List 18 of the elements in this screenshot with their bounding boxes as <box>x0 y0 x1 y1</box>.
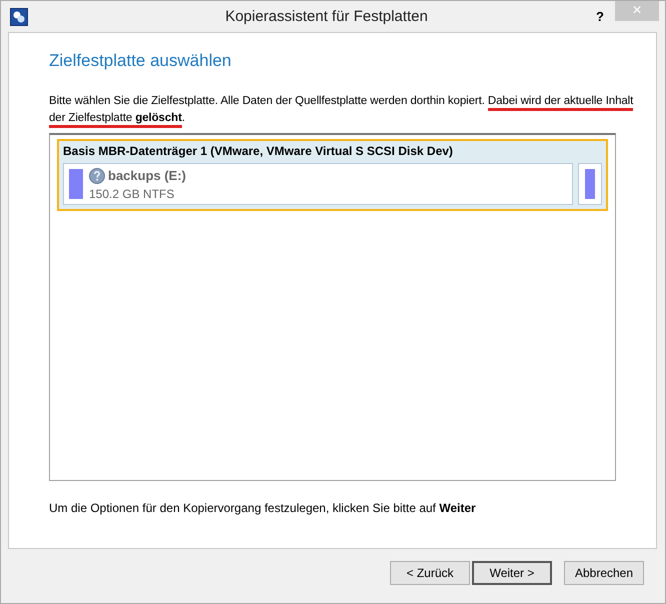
partition-item[interactable]: backups (E:) 150.2 GB NTFS <box>63 163 573 205</box>
wizard-button[interactable]: Abbrechen <box>564 560 644 584</box>
partition-size: 150.2 GB NTFS <box>89 186 176 200</box>
partition-name: backups (E:) <box>108 168 186 183</box>
wizard-button[interactable]: Weiter > <box>472 560 552 584</box>
disk-title: Basis MBR-Datenträger 1 (VMware, VMware Virtual S SCSI Disk Dev) <box>63 144 454 158</box>
partition-bar <box>69 169 83 199</box>
window-title: Kopierassistent für Festplatten <box>224 8 429 25</box>
wizard-button[interactable]: < Zurück <box>390 560 470 584</box>
help-button[interactable]: ? <box>585 6 615 26</box>
question-icon <box>89 168 105 184</box>
unallocated-item[interactable] <box>578 163 602 205</box>
instruction-text: Bitte wählen Sie die Zielfestplatte. Alle Daten der Quellfestplatte werden dorthin kopiert. Dabei wird der aktuelle Inhalt der Zielfestplatte gelöscht. <box>49 93 641 127</box>
hint-text: Um die Optionen für den Kopiervorgang festzulegen, klicken Sie bitte auf Weiter <box>49 501 477 515</box>
page-heading: Zielfestplatte auswählen <box>49 51 232 71</box>
disk-card[interactable]: Basis MBR-Datenträger 1 (VMware, VMware Virtual S SCSI Disk Dev) backups (E:) 150.2 GB NTFS <box>57 139 608 211</box>
space-bar <box>585 169 595 199</box>
app-icon <box>10 8 28 26</box>
